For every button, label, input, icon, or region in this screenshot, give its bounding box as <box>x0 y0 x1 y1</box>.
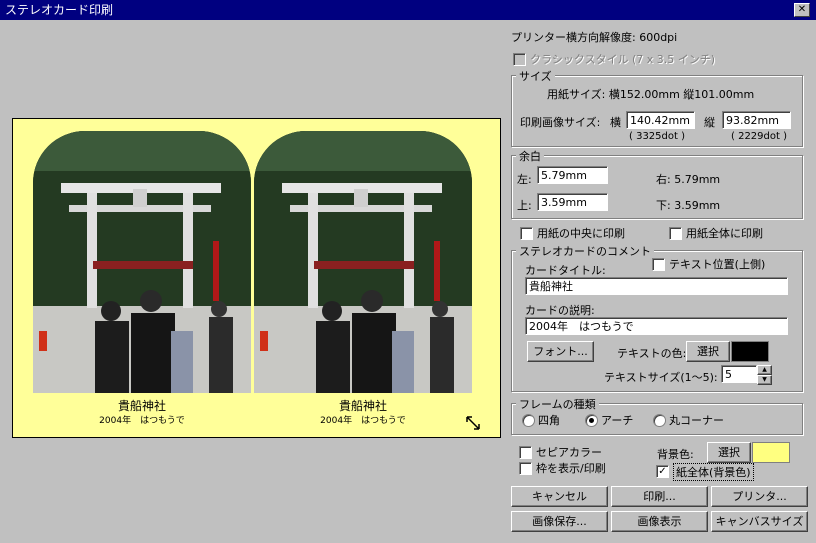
frame-round-label: 丸コーナー <box>669 414 724 427</box>
frame-legend: フレームの種類 <box>516 396 599 412</box>
right-caption-desc: 2004年 はつもうで <box>320 416 406 426</box>
show-frame-label: 枠を表示/印刷 <box>536 462 606 475</box>
margin-right-text: 右: 5.79mm <box>656 173 721 186</box>
left-caption-title: 貴船神社 <box>117 399 166 413</box>
card-desc-label: カードの説明: <box>525 304 595 317</box>
canvas-size-button[interactable]: キャンバスサイズ <box>711 511 808 532</box>
classic-style-checkbox[interactable] <box>513 53 526 66</box>
background-label: 背景色: <box>657 448 694 461</box>
left-photo <box>33 131 251 393</box>
width-dots: ( 3325dot ) <box>629 131 685 142</box>
card-preview: 貴船神社 2004年 はつもうで 貴船神社 2004年 はつもうで <box>12 118 501 438</box>
paper-size-text: 用紙サイズ: 横152.00mm 縦101.00mm <box>547 88 755 101</box>
whole-paper-label: 紙全体(背景色) <box>673 463 754 481</box>
comment-legend: ステレオカードのコメント <box>516 243 654 259</box>
text-size-input[interactable]: 5 <box>721 365 757 383</box>
font-button[interactable]: フォント... <box>527 341 594 362</box>
show-image-button[interactable]: 画像表示 <box>611 511 708 532</box>
text-size-down-button[interactable]: ▼ <box>757 375 772 385</box>
printer-button[interactable]: プリンタ... <box>711 486 808 507</box>
frame-arch-radio[interactable] <box>585 414 598 427</box>
background-select-button[interactable]: 選択 <box>707 442 751 463</box>
height-dots: ( 2229dot ) <box>731 131 787 142</box>
close-button[interactable]: ✕ <box>794 3 810 17</box>
frame-round-radio[interactable] <box>653 414 666 427</box>
print-button[interactable]: 印刷... <box>611 486 708 507</box>
card-desc-input[interactable]: 2004年 はつもうで <box>525 317 788 335</box>
frame-arch-label: アーチ <box>601 414 634 427</box>
print-size-label: 印刷画像サイズ: <box>520 116 601 129</box>
text-size-up-button[interactable]: ▲ <box>757 365 772 375</box>
left-photo-image <box>33 131 251 393</box>
margin-top-label: 上: <box>517 199 532 212</box>
height-input[interactable]: 93.82mm <box>722 111 791 129</box>
height-label: 縦 <box>704 116 715 129</box>
title-bar: ステレオカード印刷 ✕ <box>0 0 816 20</box>
right-photo-image <box>254 131 472 393</box>
text-color-swatch[interactable] <box>731 341 769 362</box>
width-input[interactable]: 140.42mm <box>626 111 695 129</box>
width-label: 横 <box>610 116 621 129</box>
full-print-label: 用紙全体に印刷 <box>686 227 763 240</box>
right-caption-title: 貴船神社 <box>338 399 387 413</box>
text-position-checkbox[interactable] <box>652 258 665 271</box>
full-print-checkbox[interactable] <box>669 227 682 240</box>
center-print-label: 用紙の中央に印刷 <box>537 227 625 240</box>
center-print-checkbox[interactable] <box>520 227 533 240</box>
margin-left-input[interactable]: 5.79mm <box>537 166 608 184</box>
show-frame-checkbox[interactable] <box>519 462 532 475</box>
left-caption-desc: 2004年 はつもうで <box>99 416 185 426</box>
text-position-label: テキスト位置(上側) <box>669 258 766 271</box>
sepia-label: セピアカラー <box>536 446 602 459</box>
frame-square-radio[interactable] <box>522 414 535 427</box>
resize-icon[interactable] <box>465 415 481 431</box>
right-photo <box>254 131 472 393</box>
size-legend: サイズ <box>516 68 555 84</box>
text-color-select-button[interactable]: 選択 <box>686 341 730 362</box>
card-title-label: カードタイトル: <box>525 264 606 277</box>
background-color-swatch[interactable] <box>752 442 790 463</box>
text-size-label: テキストサイズ(1〜5): <box>604 371 718 384</box>
save-image-button[interactable]: 画像保存... <box>511 511 608 532</box>
window-title: ステレオカード印刷 <box>5 3 114 17</box>
cancel-button[interactable]: キャンセル <box>511 486 608 507</box>
margin-legend: 余白 <box>516 148 544 164</box>
sepia-checkbox[interactable] <box>519 446 532 459</box>
margin-left-label: 左: <box>517 173 532 186</box>
margin-bottom-text: 下: 3.59mm <box>656 199 721 212</box>
frame-square-label: 四角 <box>538 414 560 427</box>
card-title-input[interactable]: 貴船神社 <box>525 277 788 295</box>
printer-resolution: プリンター横方向解像度: 600dpi <box>511 31 678 44</box>
text-color-label: テキストの色: <box>617 347 687 360</box>
classic-style-label: クラシックスタイル (7 x 3.5 インチ) <box>530 53 716 66</box>
whole-paper-checkbox[interactable]: ✓ <box>656 465 669 478</box>
margin-top-input[interactable]: 3.59mm <box>537 193 608 211</box>
